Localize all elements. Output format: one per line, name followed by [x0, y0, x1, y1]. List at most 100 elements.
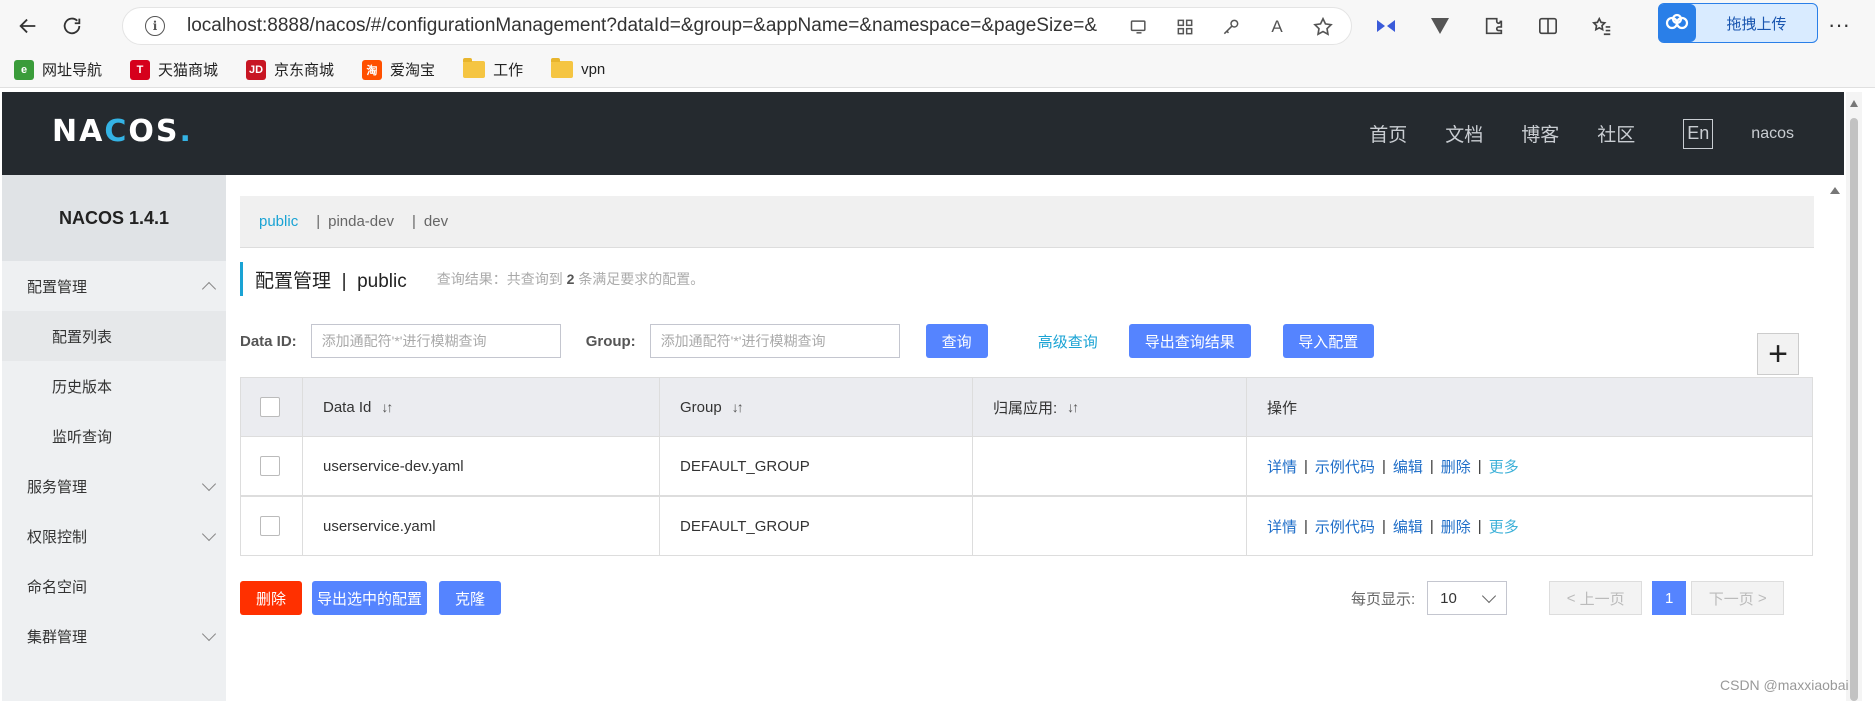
delete-link[interactable]: 删除 [1441, 516, 1471, 537]
more-link[interactable]: 更多 [1489, 456, 1519, 477]
bookmark-item[interactable]: T 天猫商城 [130, 59, 218, 80]
bookmark-label: 京东商城 [274, 62, 335, 79]
scroll-up-icon[interactable] [1850, 100, 1858, 107]
page-size-select[interactable]: 10 [1427, 581, 1508, 615]
sidebar-item[interactable]: 监听查询 [2, 411, 226, 461]
export-query-result-button[interactable]: 导出查询结果 [1128, 324, 1251, 358]
delete-selected-button[interactable]: 删除 [240, 581, 302, 615]
bookmark-item[interactable]: e 网址导航 [14, 59, 102, 80]
language-switch-button[interactable]: En [1683, 118, 1714, 149]
bookmark-favicon-icon: T [130, 59, 151, 80]
url-text[interactable]: localhost:8888/nacos/#/configurationMana… [187, 15, 1097, 37]
group-input[interactable]: 添加通配符'*'进行模糊查询 [649, 324, 900, 358]
edit-link[interactable]: 编辑 [1393, 456, 1423, 477]
chevron-down-icon [201, 476, 217, 491]
sort-icon[interactable]: ↓↑ [732, 399, 744, 415]
query-result-text: 查询结果：共查询到 2 条满足要求的配置。 [436, 271, 705, 287]
table-row: userservice-dev.yaml DEFAULT_GROUP 详情 | 示例代码… [241, 437, 1812, 496]
add-config-button[interactable]: + [1757, 333, 1799, 375]
detail-link[interactable]: 详情 [1267, 456, 1297, 477]
cloud-icon [1658, 4, 1696, 42]
nav-docs[interactable]: 文档 [1445, 120, 1483, 147]
table-row: userservice.yaml DEFAULT_GROUP 详情 | 示例代码 | 编辑 |… [241, 496, 1812, 555]
user-name[interactable]: nacos [1751, 125, 1794, 143]
bookmark-item[interactable]: 工作 [463, 58, 524, 80]
sidebar-item[interactable]: 历史版本 [2, 361, 226, 411]
edit-link[interactable]: 编辑 [1393, 516, 1423, 537]
nav-blog[interactable]: 博客 [1521, 120, 1559, 147]
sort-icon[interactable]: ↓↑ [381, 399, 393, 415]
more-link[interactable]: 更多 [1489, 516, 1519, 537]
export-selected-button[interactable]: 导出选中的配置 [312, 581, 427, 615]
chevron-right-icon: > [1753, 589, 1767, 607]
import-config-button[interactable]: 导入配置 [1282, 324, 1374, 358]
upload-extension-button[interactable]: 拖拽上传 [1658, 3, 1818, 43]
nav-home[interactable]: 首页 [1369, 120, 1407, 147]
select-all-checkbox[interactable] [260, 397, 280, 417]
sort-icon[interactable]: ↓↑ [1067, 399, 1079, 415]
bookmark-label: 工作 [493, 62, 524, 79]
browser-toolbar: i localhost:8888/nacos/#/configurationMa… [0, 0, 1875, 52]
detail-link[interactable]: 详情 [1267, 516, 1297, 537]
sidebar-item[interactable]: 服务管理 [2, 461, 226, 511]
sidebar-item[interactable]: 命名空间 [2, 561, 226, 611]
reload-icon[interactable] [52, 6, 92, 46]
info-icon[interactable]: i [145, 16, 165, 36]
dataid-label: Data ID: [240, 332, 297, 350]
page-scrollbar[interactable] [1846, 92, 1862, 701]
apps-icon[interactable] [1173, 15, 1197, 39]
page-1-button[interactable]: 1 [1652, 581, 1687, 615]
extensions-puzzle-icon[interactable] [1480, 12, 1508, 40]
sidebar-item[interactable]: 配置管理 [2, 261, 226, 311]
query-button[interactable]: 查询 [925, 324, 988, 358]
namespace-tab-dev[interactable]: dev [424, 213, 448, 230]
sidebar-item-label: 配置列表 [52, 328, 113, 346]
sidebar-item-label: 集群管理 [27, 628, 88, 646]
nacos-logo[interactable]: NACOS. [52, 114, 193, 149]
browser-menu-icon[interactable]: ··· [1828, 12, 1850, 38]
scrollbar-thumb[interactable] [1850, 118, 1858, 701]
sidebar-item[interactable]: 权限控制 [2, 511, 226, 561]
prev-page-button[interactable]: < 上一页 [1549, 581, 1643, 615]
extension-bowtie-icon[interactable] [1372, 12, 1400, 40]
key-icon[interactable] [1219, 15, 1243, 39]
back-icon[interactable] [8, 6, 48, 46]
nav-community[interactable]: 社区 [1597, 120, 1635, 147]
delete-link[interactable]: 删除 [1441, 456, 1471, 477]
sample-code-link[interactable]: 示例代码 [1315, 456, 1375, 477]
cell-dataid: userservice.yaml [323, 517, 436, 535]
advanced-query-link[interactable]: 高级查询 [1038, 331, 1098, 352]
sidebar-item[interactable]: 配置列表 [2, 311, 226, 361]
row-checkbox[interactable] [260, 456, 280, 476]
bookmark-item[interactable]: vpn [551, 58, 605, 78]
address-bar[interactable]: i localhost:8888/nacos/#/configurationMa… [122, 7, 1352, 45]
cell-group: DEFAULT_GROUP [680, 517, 810, 535]
bookmark-favicon-icon: e [14, 59, 34, 80]
namespace-tab-public[interactable]: public [259, 213, 298, 230]
col-group: Group [680, 398, 722, 416]
bookmark-item[interactable]: JD 京东商城 [246, 59, 334, 80]
table-footer: 删除 导出选中的配置 克隆 每页显示: 10 < 上一页 1 下一页 > [240, 580, 1814, 616]
bookmark-item[interactable]: 淘爱淘宝 [362, 59, 435, 80]
sample-code-link[interactable]: 示例代码 [1315, 516, 1375, 537]
sidebar-item-label: 配置管理 [27, 278, 88, 296]
table-body: userservice-dev.yaml DEFAULT_GROUP 详情 | 示例代码… [241, 437, 1812, 555]
namespace-tab-pinda-dev[interactable]: pinda-dev [328, 213, 394, 230]
cast-icon[interactable] [1127, 15, 1151, 39]
row-actions: 详情 | 示例代码 | 编辑 | 删除 | 更多 [1267, 516, 1519, 537]
clone-button[interactable]: 克隆 [439, 581, 501, 615]
app-header: NACOS. 首页 文档 博客 社区 En nacos [2, 92, 1844, 175]
bookmark-favicon-icon: JD [246, 59, 267, 80]
table-header: Data Id ↓↑ Group ↓↑ 归属应用: ↓↑ 操作 [241, 378, 1812, 437]
read-aloud-icon[interactable]: A [1265, 15, 1289, 39]
sidebar-item[interactable]: 集群管理 [2, 611, 226, 661]
inner-scroll-up-icon[interactable] [1830, 187, 1840, 194]
split-screen-icon[interactable] [1534, 12, 1562, 40]
extension-v-icon[interactable] [1426, 12, 1454, 40]
next-page-button[interactable]: 下一页 > [1691, 581, 1785, 615]
dataid-input[interactable]: 添加通配符'*'进行模糊查询 [310, 324, 561, 358]
favorites-list-icon[interactable] [1588, 12, 1616, 40]
row-checkbox[interactable] [260, 516, 280, 536]
page-size-label: 每页显示: [1351, 590, 1416, 608]
favorite-star-icon[interactable] [1311, 15, 1335, 39]
